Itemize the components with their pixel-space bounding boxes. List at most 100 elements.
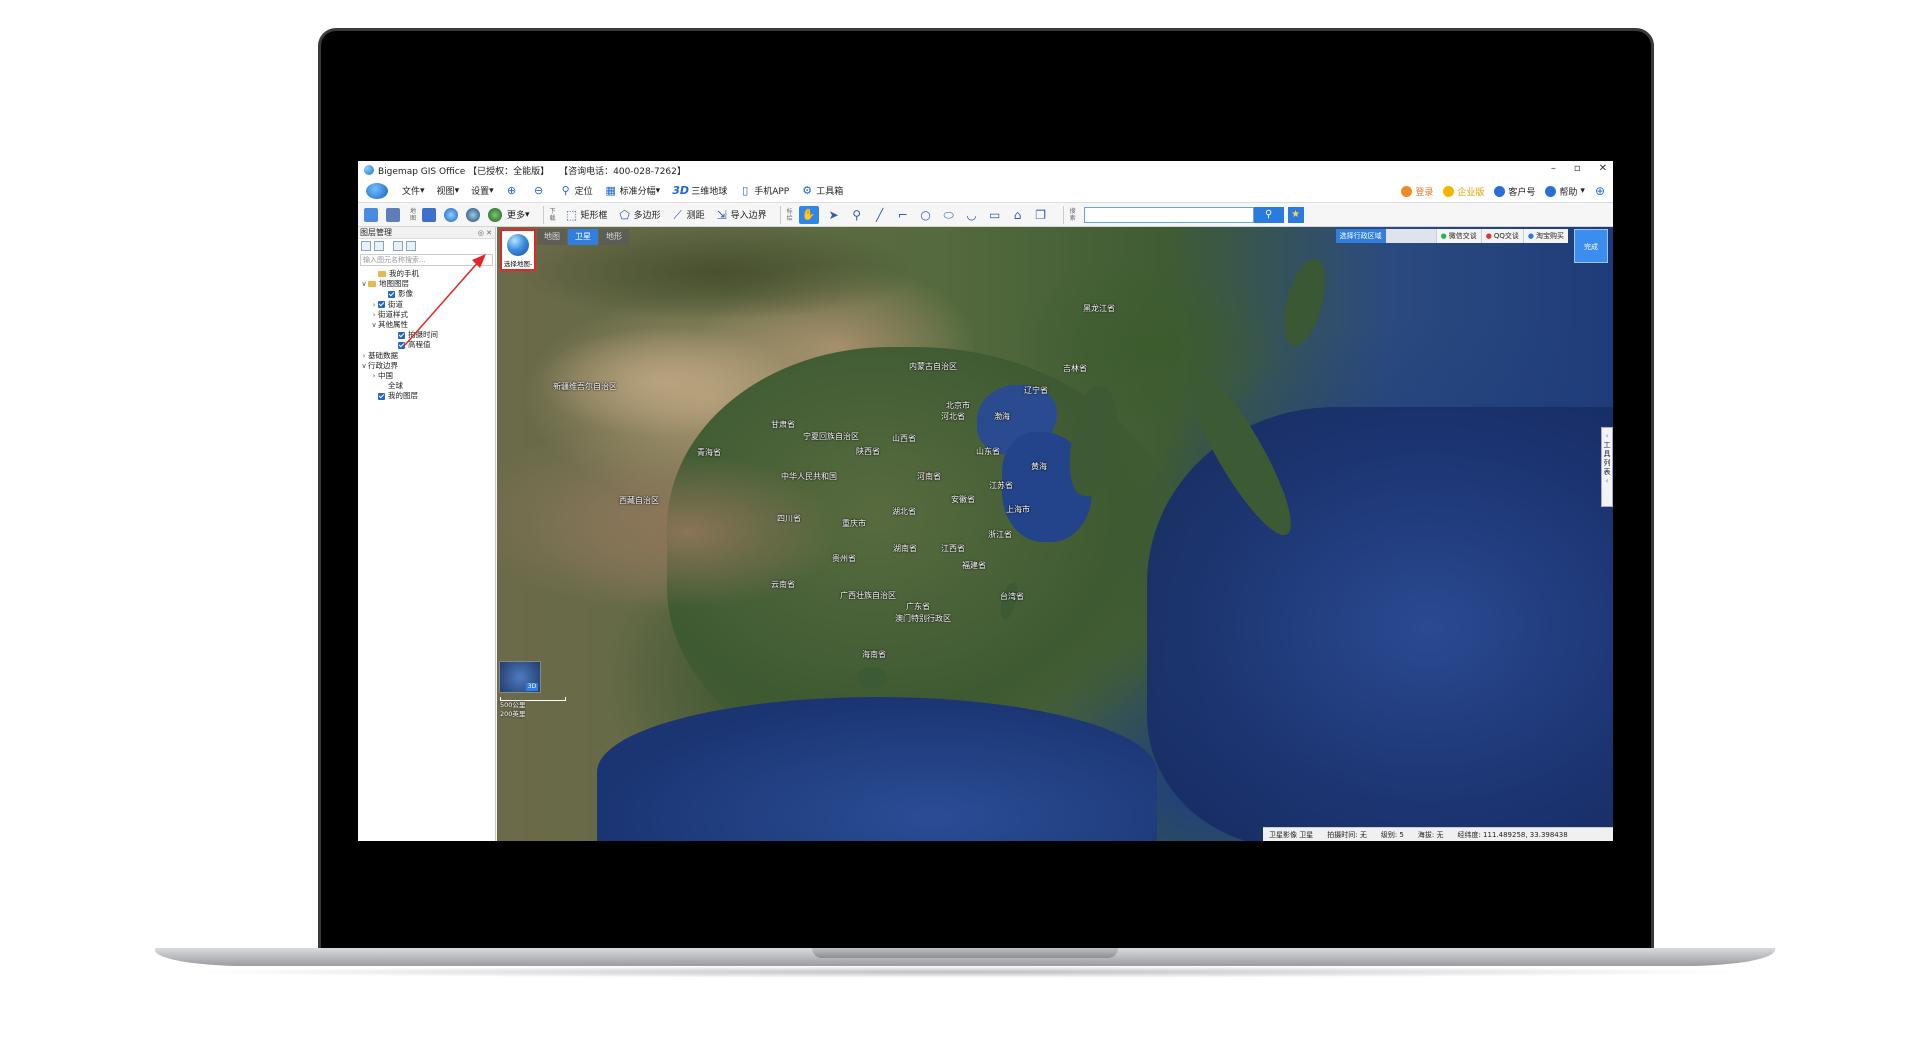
polygon-select-button[interactable]: ⬠ 多边形 — [615, 206, 664, 224]
toolbox-button[interactable]: ⚙ 工具箱 — [801, 184, 843, 197]
open-folder-icon[interactable] — [364, 207, 378, 222]
chevron-down-icon: ▾ — [525, 209, 530, 220]
expand-caret-icon[interactable]: › — [370, 300, 378, 310]
polyline-tool-icon[interactable]: ⌐ — [896, 208, 910, 222]
select-region-button[interactable]: 选择行政区域 — [1335, 229, 1386, 243]
circle-tool-icon[interactable]: ○ — [919, 208, 933, 222]
maximize-button[interactable]: ▫ — [1574, 163, 1581, 174]
search-button[interactable]: ⚲ — [1253, 206, 1284, 223]
expand-caret-icon[interactable]: ∨ — [360, 279, 368, 289]
expand-caret-icon[interactable]: › — [370, 371, 378, 381]
wechat-chat-label: 微信交谈 — [1448, 232, 1477, 240]
place-label: 台湾省 — [1000, 592, 1024, 601]
save-icon[interactable] — [374, 241, 384, 251]
wechat-chat-button[interactable]: ● 微信交谈 — [1435, 229, 1481, 243]
close-button[interactable]: ✕ — [1599, 163, 1607, 174]
3d-badge[interactable]: 3D — [526, 683, 538, 691]
taobao-buy-label: 淘宝购买 — [1536, 232, 1564, 240]
map-canvas[interactable]: 黑龙江省 内蒙古自治区 吉林省 新疆维吾尔自治区 辽宁省 北京市 河北省 渤海 甘肃省 宁夏回族自… — [497, 227, 1613, 841]
place-label: 辽宁省 — [1024, 386, 1048, 395]
expand-caret-icon[interactable]: ∨ — [360, 361, 368, 371]
status-elevation: 海拔: 无 — [1417, 831, 1444, 839]
locate-button[interactable]: ⚲ 定位 — [560, 184, 593, 197]
user-icon — [1401, 185, 1413, 197]
menu-view[interactable]: 视图 ▾ — [437, 184, 460, 198]
tree-item[interactable]: 全球 — [358, 381, 495, 391]
taobao-buy-button[interactable]: ● 淘宝购买 — [1522, 229, 1568, 243]
save-icon[interactable] — [386, 207, 400, 222]
gear-icon: ⚙ — [802, 183, 813, 197]
standard-grid-button[interactable]: ▦ 标准分幅 ▾ — [605, 184, 661, 197]
map-land — [857, 667, 887, 689]
locate-label: 定位 — [574, 187, 593, 197]
menu-settings[interactable]: 设置 ▾ — [471, 184, 494, 198]
crosshair-icon[interactable]: ⊕ — [1595, 184, 1605, 198]
tab-satellite[interactable]: 卫星 — [568, 229, 598, 245]
done-button[interactable]: 完成 — [1574, 229, 1608, 263]
search-input[interactable] — [1083, 206, 1254, 223]
expand-caret-icon[interactable]: › — [370, 310, 378, 320]
line-tool-icon[interactable]: ╱ — [873, 208, 887, 222]
tab-terrain[interactable]: 地形 — [599, 229, 629, 245]
layer-checkbox[interactable] — [378, 301, 385, 309]
rectangle-select-button[interactable]: ⬚ 矩形框 — [562, 206, 611, 224]
tree-item[interactable]: ∨ 行政边界 — [358, 361, 495, 371]
curve-tool-icon[interactable]: ◡ — [965, 208, 979, 222]
login-button[interactable]: 登录 — [1401, 185, 1433, 198]
minimap-globe[interactable]: 3D — [499, 661, 541, 693]
toolbar-divider — [542, 205, 544, 224]
mobile-app-label: 手机APP — [754, 187, 790, 197]
panel-pin-icon[interactable]: ◎ ✕ — [478, 227, 492, 239]
side-toolbox-tab[interactable]: ‹ 工具列表 ‹ — [1601, 427, 1613, 507]
menu-file[interactable]: 文件 ▾ — [402, 184, 425, 198]
map-group-label: 地图 — [410, 207, 417, 222]
customer-id-button[interactable]: 客户号 — [1494, 185, 1535, 198]
map-selector-button[interactable]: 选择地图- — [500, 229, 536, 271]
rectangle-tool-icon[interactable]: ▭ — [988, 208, 1002, 222]
zoom-in-button[interactable]: ⊕ — [506, 184, 521, 197]
globe-icon — [507, 234, 529, 256]
minimize-button[interactable]: – — [1551, 163, 1556, 174]
mobile-app-button[interactable]: ▯ 手机APP — [739, 184, 789, 197]
enterprise-button[interactable]: 企业版 — [1443, 185, 1484, 198]
help-button[interactable]: 帮助 ▾ — [1545, 185, 1585, 198]
ellipse-tool-icon[interactable]: ⬭ — [942, 208, 956, 222]
measure-button[interactable]: ⟋ 测距 — [668, 206, 708, 224]
layers-tool-icon[interactable]: ❐ — [1034, 208, 1048, 222]
star-icon: ★ — [1291, 208, 1301, 220]
tag-tool-icon[interactable]: ⌂ — [1011, 208, 1025, 222]
expand-caret-icon[interactable]: ∨ — [370, 320, 378, 330]
enterprise-label: 企业版 — [1457, 187, 1485, 198]
tree-item[interactable]: › 基础数据 — [358, 351, 495, 361]
tab-map[interactable]: 地图 — [537, 229, 567, 245]
brand-logo-icon[interactable] — [366, 182, 388, 199]
help-label: 帮助 — [1559, 187, 1578, 198]
region-input[interactable] — [1385, 229, 1436, 243]
earth-icon[interactable] — [466, 207, 480, 222]
pointer-arrow-icon[interactable]: ➤ — [827, 208, 841, 222]
3d-globe-button[interactable]: 3D 三维地球 — [672, 184, 727, 197]
toolbar-divider — [779, 205, 781, 224]
more-maps-button[interactable]: 更多 ▾ — [504, 206, 533, 224]
annotation-arrow — [404, 254, 486, 346]
point-marker-icon[interactable]: ⚲ — [850, 208, 864, 222]
qq-chat-button[interactable]: ● QQ交谈 — [1480, 229, 1523, 243]
expand-caret-icon[interactable]: › — [360, 351, 368, 361]
favorites-button[interactable]: ★ — [1287, 206, 1304, 223]
globe-icon[interactable] — [444, 207, 458, 222]
layer-checkbox[interactable] — [388, 290, 395, 298]
zoom-out-icon: ⊖ — [534, 183, 544, 197]
open-folder-icon[interactable] — [361, 241, 371, 251]
menu-right: 登录 企业版 客户号 帮助 ▾ ⊕ — [1401, 179, 1605, 203]
import-boundary-button[interactable]: ⇲ 导入边界 — [712, 206, 770, 224]
chevron-down-icon: ▾ — [655, 185, 661, 196]
layer-checkbox[interactable] — [378, 392, 385, 400]
tree-item[interactable]: › 中国 — [358, 371, 495, 381]
scale-bar: 500公里 200英里 — [500, 697, 566, 719]
layer-source-icon[interactable] — [422, 207, 436, 222]
zoom-out-button[interactable]: ⊖ — [533, 183, 548, 197]
place-label: 江西省 — [941, 544, 965, 553]
terrain-globe-icon[interactable] — [488, 207, 502, 222]
hand-pan-icon[interactable]: ✋ — [798, 205, 819, 224]
tree-item[interactable]: 我的图层 — [358, 391, 495, 401]
